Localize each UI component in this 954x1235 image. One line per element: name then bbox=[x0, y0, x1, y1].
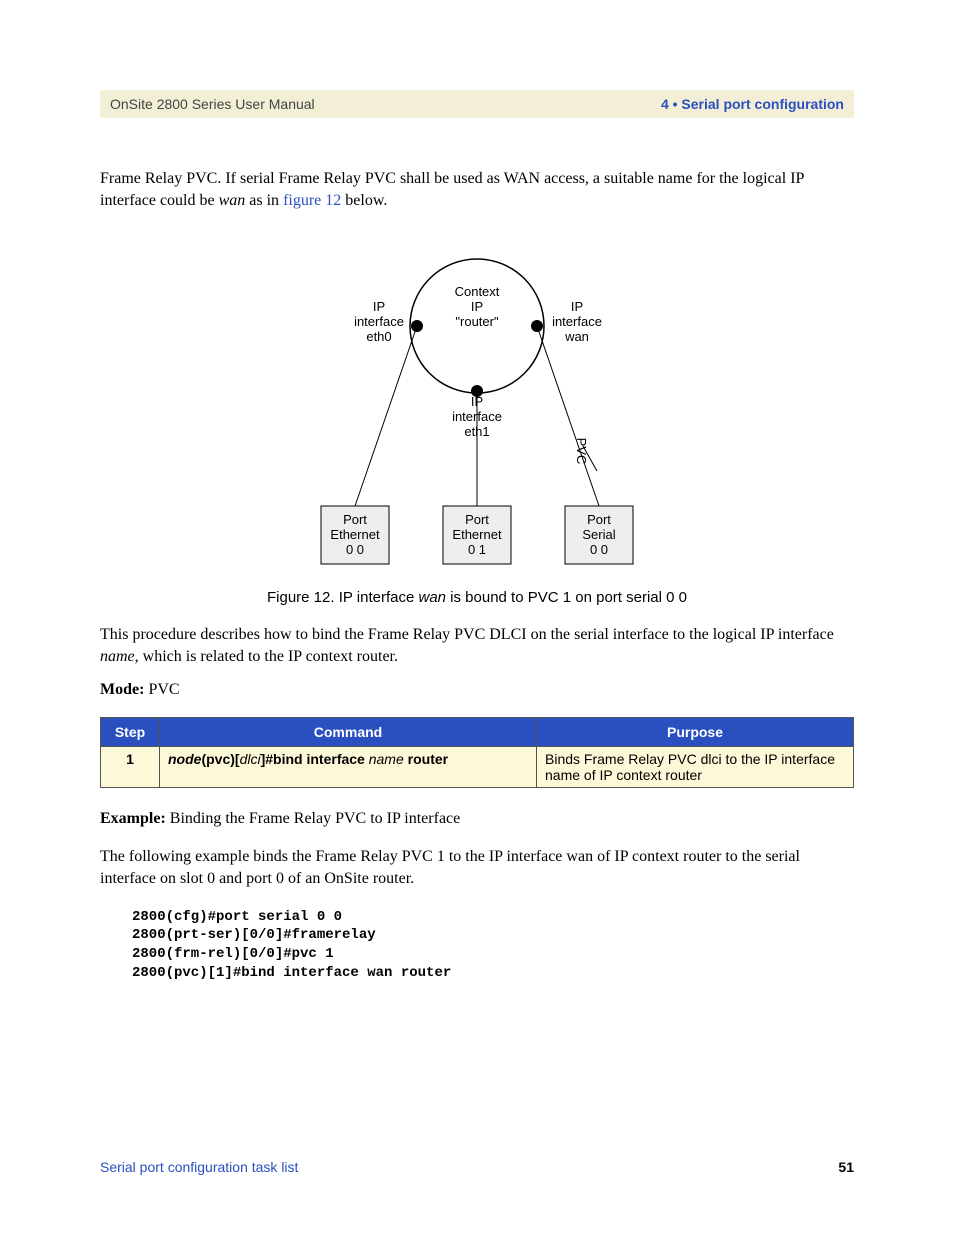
if-right2: interface bbox=[552, 314, 602, 329]
cmd-p2: ]#bind interface bbox=[261, 751, 365, 767]
if-left1: IP bbox=[373, 299, 385, 314]
page-header: OnSite 2800 Series User Manual 4 • Seria… bbox=[100, 90, 854, 118]
intro-text-2a: interface could be bbox=[100, 192, 219, 209]
header-product: OnSite 2800 Series User Manual bbox=[110, 96, 315, 112]
mode-label: Mode: bbox=[100, 681, 144, 698]
th-command: Command bbox=[160, 718, 537, 747]
if-left3: eth0 bbox=[366, 329, 391, 344]
step-cell: 1 bbox=[101, 747, 160, 788]
mode-value: PVC bbox=[144, 681, 179, 698]
example-label: Example: bbox=[100, 810, 166, 827]
page-number: 51 bbox=[838, 1159, 854, 1175]
footer-section: Serial port configuration task list bbox=[100, 1159, 298, 1175]
cmd-router: router bbox=[408, 751, 448, 767]
context-label2: IP bbox=[471, 299, 483, 314]
port2b: Ethernet bbox=[452, 527, 502, 542]
cmd-name: name bbox=[365, 751, 408, 767]
port1a: Port bbox=[343, 512, 367, 527]
intro-text-2b: as in bbox=[245, 192, 283, 209]
caption-ital: wan bbox=[418, 589, 446, 606]
para2-name: name bbox=[100, 648, 135, 665]
code-block: 2800(cfg)#port serial 0 0 2800(prt-ser)[… bbox=[132, 908, 854, 984]
intro-wan: wan bbox=[219, 192, 246, 209]
context-label3: "router" bbox=[455, 314, 499, 329]
pvc-label: PVC bbox=[574, 438, 589, 465]
example-paragraph: The following example binds the Frame Re… bbox=[100, 846, 854, 889]
page-footer: Serial port configuration task list 51 bbox=[100, 1159, 854, 1175]
port3c: 0 0 bbox=[590, 542, 608, 557]
example-text: Binding the Frame Relay PVC to IP interf… bbox=[166, 810, 460, 827]
port3a: Port bbox=[587, 512, 611, 527]
intro-text: Frame Relay PVC. If serial Frame Relay P… bbox=[100, 170, 804, 187]
para2b: interface bbox=[778, 626, 834, 643]
if-mid3: eth1 bbox=[464, 424, 489, 439]
th-purpose: Purpose bbox=[537, 718, 854, 747]
port1b: Ethernet bbox=[330, 527, 380, 542]
cmd-p1: (pvc)[ bbox=[201, 751, 239, 767]
if-mid1: IP bbox=[471, 394, 483, 409]
para2a: This procedure describes how to bind the… bbox=[100, 626, 778, 643]
figure-12: PVC Context IP "router" IP interface eth… bbox=[100, 241, 854, 606]
diagram-svg: PVC Context IP "router" IP interface eth… bbox=[267, 241, 687, 581]
port2c: 0 1 bbox=[468, 542, 486, 557]
mode-line: Mode: PVC bbox=[100, 681, 854, 699]
para2c: , which is related to the IP context rou… bbox=[135, 648, 398, 665]
caption-post: is bound to PVC 1 on port serial 0 0 bbox=[446, 589, 687, 606]
port2a: Port bbox=[465, 512, 489, 527]
caption-pre: Figure 12. IP interface bbox=[267, 589, 418, 606]
if-right3: wan bbox=[564, 329, 589, 344]
intro-paragraph: Frame Relay PVC. If serial Frame Relay P… bbox=[100, 168, 854, 211]
figure-link[interactable]: figure 12 bbox=[283, 192, 341, 209]
procedure-paragraph: This procedure describes how to bind the… bbox=[100, 624, 854, 667]
if-mid2: interface bbox=[452, 409, 502, 424]
command-table: Step Command Purpose 1 node(pvc)[dlci]#b… bbox=[100, 717, 854, 788]
cmd-node: node bbox=[168, 751, 201, 767]
cmd-dlci: dlci bbox=[240, 751, 261, 767]
header-chapter: 4 • Serial port configuration bbox=[661, 96, 844, 112]
purpose-cell: Binds Frame Relay PVC dlci to the IP int… bbox=[537, 747, 854, 788]
if-right1: IP bbox=[571, 299, 583, 314]
context-label1: Context bbox=[455, 284, 500, 299]
intro-text-2c: below. bbox=[341, 192, 387, 209]
table-row: 1 node(pvc)[dlci]#bind interface name ro… bbox=[101, 747, 854, 788]
example-heading: Example: Binding the Frame Relay PVC to … bbox=[100, 810, 854, 828]
port1c: 0 0 bbox=[346, 542, 364, 557]
command-cell: node(pvc)[dlci]#bind interface name rout… bbox=[160, 747, 537, 788]
if-left2: interface bbox=[354, 314, 404, 329]
th-step: Step bbox=[101, 718, 160, 747]
figure-caption: Figure 12. IP interface wan is bound to … bbox=[100, 589, 854, 606]
port3b: Serial bbox=[582, 527, 615, 542]
